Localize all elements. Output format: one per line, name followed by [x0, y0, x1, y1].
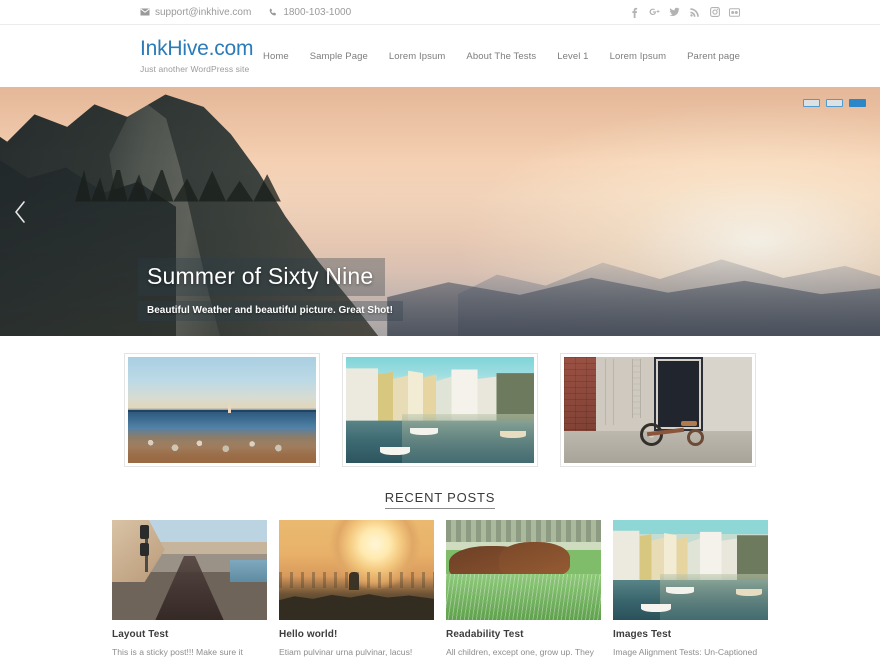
canal-water-shape: [402, 414, 534, 463]
canal-water-shape: [659, 574, 768, 620]
featured-images: [0, 336, 880, 467]
canal-boat-shape-2: [640, 604, 671, 612]
nav-item-sample-page[interactable]: Sample Page: [310, 51, 368, 62]
featured-card-canal[interactable]: [342, 353, 538, 467]
hero-subtitle: Beautiful Weather and beautiful picture.…: [138, 301, 403, 321]
featured-image-tricycle: [564, 357, 752, 463]
brick-wall-shape: [564, 357, 596, 434]
nav-item-lorem-ipsum[interactable]: Lorem Ipsum: [389, 51, 446, 62]
post-thumbnail-dogs[interactable]: [446, 520, 601, 620]
featured-card-tricycle[interactable]: [560, 353, 756, 467]
site-title[interactable]: InkHive.com: [140, 38, 254, 60]
nav-item-level-1[interactable]: Level 1: [557, 51, 588, 62]
post-card-images-test[interactable]: Images Test Image Alignment Tests: Un-Ca…: [613, 520, 768, 660]
ladder-shape-1: [605, 359, 615, 425]
nav-item-parent-page[interactable]: Parent page: [687, 51, 740, 62]
post-thumbnail-sunset[interactable]: [279, 520, 434, 620]
envelope-icon: [140, 8, 150, 16]
recent-posts-header: RECENT POSTS: [0, 489, 880, 509]
top-bar: support@inkhive.com 1800-103-1000: [0, 0, 880, 25]
instagram-icon[interactable]: [709, 7, 720, 18]
nav-item-lorem-ipsum-2[interactable]: Lorem Ipsum: [610, 51, 667, 62]
tricycle-shape: [637, 402, 708, 447]
post-excerpt: All children, except one, grow up. They …: [446, 647, 594, 657]
dog-shape-2: [498, 542, 570, 578]
facebook-icon[interactable]: [629, 7, 640, 18]
primary-navigation: Home Sample Page Lorem Ipsum About The T…: [263, 51, 740, 62]
lighthouse-shape: [227, 403, 231, 413]
post-thumbnail-canal[interactable]: [613, 520, 768, 620]
social-links: [629, 7, 740, 18]
post-title[interactable]: Images Test: [613, 629, 768, 640]
chevron-left-icon: [15, 200, 25, 223]
top-bar-contact: support@inkhive.com 1800-103-1000: [140, 7, 351, 18]
canal-boat-shape-1: [409, 428, 438, 436]
slider-dot-2[interactable]: [826, 99, 843, 107]
canal-houses-shape: [346, 368, 534, 421]
email-text: support@inkhive.com: [155, 6, 252, 18]
grass-shape: [446, 574, 601, 620]
post-title[interactable]: Readability Test: [446, 629, 601, 640]
signal-light-shape-2: [139, 543, 149, 556]
slider-prev-button[interactable]: [8, 193, 32, 231]
post-title[interactable]: Layout Test: [112, 629, 267, 640]
canal-houses-shape: [613, 530, 768, 580]
signal-light-shape-1: [139, 525, 149, 539]
nav-item-home[interactable]: Home: [263, 51, 289, 62]
canal-boat-shape-2: [379, 446, 410, 455]
slider-pagination: [803, 99, 866, 107]
post-card-layout-test[interactable]: Layout Test This is a sticky post!!! Mak…: [112, 520, 267, 660]
post-excerpt: Image Alignment Tests: Un-Captioned Imag…: [613, 647, 758, 657]
slider-dot-1[interactable]: [803, 99, 820, 107]
hero-vignette: [0, 87, 880, 336]
featured-image-canal: [346, 357, 534, 463]
hero-caption: Summer of Sixty Nine Beautiful Weather a…: [138, 258, 403, 321]
recent-posts-list: Layout Test This is a sticky post!!! Mak…: [0, 520, 880, 660]
rss-icon[interactable]: [689, 7, 700, 18]
post-card-hello-world[interactable]: Hello world! Etiam pulvinar urna pulvina…: [279, 520, 434, 660]
tricycle-seat-shape: [681, 421, 698, 427]
post-card-readability-test[interactable]: Readability Test All children, except on…: [446, 520, 601, 660]
slider-dot-3[interactable]: [849, 99, 866, 107]
featured-card-coast[interactable]: [124, 353, 320, 467]
site-branding[interactable]: InkHive.com Just another WordPress site: [140, 38, 254, 74]
twitter-icon[interactable]: [669, 7, 680, 18]
hero-title: Summer of Sixty Nine: [138, 258, 386, 296]
tricycle-frame-shape: [647, 427, 685, 436]
site-header: InkHive.com Just another WordPress site …: [0, 25, 880, 87]
post-excerpt: This is a sticky post!!! Make sure it st…: [112, 647, 243, 657]
flickr-icon[interactable]: [729, 7, 740, 18]
hero-slider[interactable]: Summer of Sixty Nine Beautiful Weather a…: [0, 87, 880, 336]
nav-item-about-the-tests[interactable]: About The Tests: [466, 51, 536, 62]
site-tagline: Just another WordPress site: [140, 63, 250, 74]
canal-boat-shape-3: [500, 430, 527, 438]
phone-link[interactable]: 1800-103-1000: [269, 7, 351, 18]
email-link[interactable]: support@inkhive.com: [140, 7, 251, 18]
figure-silhouette-shape: [348, 572, 359, 590]
phone-text: 1800-103-1000: [283, 6, 352, 18]
post-excerpt: Etiam pulvinar urna pulvinar, lacus! Rid…: [279, 647, 413, 657]
post-thumbnail-railroad[interactable]: [112, 520, 267, 620]
post-title[interactable]: Hello world!: [279, 629, 434, 640]
recent-posts-heading: RECENT POSTS: [384, 490, 496, 509]
google-plus-icon[interactable]: [649, 7, 660, 18]
phone-icon: [269, 8, 278, 17]
canal-boat-shape-3: [735, 589, 762, 596]
canal-boat-shape-1: [665, 587, 694, 594]
sea-shape: [229, 560, 267, 582]
featured-image-coast: [128, 357, 316, 463]
